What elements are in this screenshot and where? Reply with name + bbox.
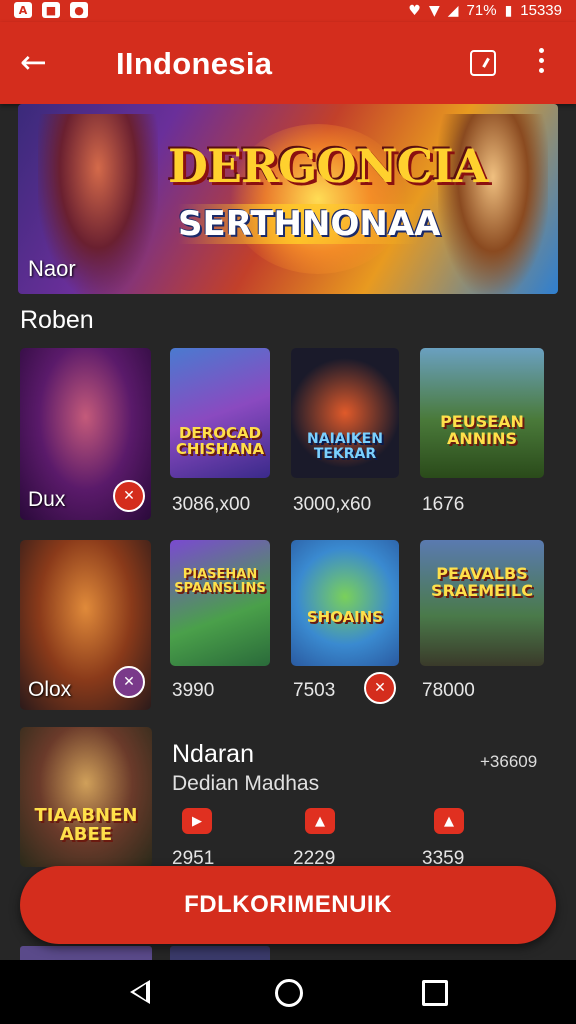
list-item-image: [20, 727, 152, 867]
game-card-image: [420, 540, 544, 666]
play-icon[interactable]: ▲: [305, 808, 335, 834]
game-card[interactable]: NAIAIKEN TEKRAR: [291, 348, 399, 478]
more-options-icon[interactable]: [534, 48, 548, 78]
game-card[interactable]: Olox ✕: [20, 540, 151, 710]
badge-icon: ✕: [364, 672, 396, 704]
list-item-count: +36609: [480, 752, 538, 771]
game-card[interactable]: PEAVALBS SRAEMEILC: [420, 540, 544, 666]
game-value: 1676: [422, 494, 465, 515]
camera-notification-icon: ●: [70, 2, 88, 18]
section-title: Roben: [20, 306, 94, 334]
badge-icon: ✕: [113, 666, 145, 698]
game-value: 3990: [172, 680, 215, 701]
battery-icon: ▮: [504, 2, 513, 19]
play-icon[interactable]: ▶: [182, 808, 212, 834]
game-value: 7503: [293, 680, 336, 701]
location-icon: ♥: [408, 2, 421, 19]
list-item-thumbnail[interactable]: TIAABNEN ABEE: [20, 727, 152, 867]
game-card-image: [291, 540, 399, 666]
photo-notification-icon: ■: [42, 2, 60, 18]
back-arrow-icon[interactable]: ←: [20, 44, 56, 80]
banner-logo-line2: SERTHNONAA: [178, 204, 441, 244]
status-bar: A ■ ● ♥ ▼ ◢ 71% ▮ 15339: [0, 0, 576, 22]
game-card-image: [170, 348, 270, 478]
banner-label: Naor: [28, 256, 76, 281]
edit-icon[interactable]: [470, 50, 496, 76]
game-value: 3000,x60: [293, 494, 372, 515]
game-card-title: PEUSEAN ANNINS: [440, 412, 524, 448]
next-row-thumbnail: [20, 946, 152, 960]
game-card[interactable]: PEUSEAN ANNINS: [420, 348, 544, 478]
game-card[interactable]: DEROCAD CHISHANA: [170, 348, 270, 478]
signal-icon: ◢: [447, 2, 459, 19]
wifi-icon: ▼: [428, 2, 440, 19]
nav-recents-icon[interactable]: [422, 980, 448, 1006]
game-card[interactable]: Dux ✕: [20, 348, 151, 520]
page-title: IIndonesia: [116, 46, 273, 81]
battery-text: 71%: [466, 2, 497, 19]
featured-banner[interactable]: DERGONCIA SERTHNONAA Naor: [18, 104, 558, 294]
primary-action-button[interactable]: FDLKORIMENUIK: [20, 866, 556, 944]
app-bar: ← IIndonesia: [0, 22, 576, 104]
clock-text: 15339: [520, 2, 562, 19]
list-item-title: Ndaran: [172, 740, 254, 768]
system-navigation-bar: [0, 960, 576, 1024]
game-value: 78000: [422, 680, 475, 701]
game-card-title: NAIAIKEN TEKRAR: [307, 431, 383, 462]
game-card[interactable]: SHOAINS: [291, 540, 399, 666]
app-notification-icon: A: [14, 2, 32, 18]
nav-home-icon[interactable]: [275, 979, 303, 1007]
game-card-image: [170, 540, 270, 666]
list-item-subtitle: Dedian Madhas: [172, 772, 320, 795]
nav-back-icon[interactable]: [130, 980, 150, 1004]
badge-icon: ✕: [113, 480, 145, 512]
game-card[interactable]: PIASEHAN SPAANSLINS: [170, 540, 270, 666]
game-card-title: DEROCAD CHISHANA: [175, 424, 265, 458]
banner-logo-line1: DERGONCIA: [168, 139, 488, 193]
game-card-title: PIASEHAN SPAANSLINS: [174, 567, 266, 596]
game-card-title: SHOAINS: [306, 608, 384, 626]
game-card-label: Olox: [28, 678, 72, 701]
list-item-art-text: TIAABNEN ABEE: [34, 805, 138, 845]
game-value: 3086,x00: [172, 494, 251, 515]
game-card-title: PEAVALBS SRAEMEILC: [431, 564, 533, 600]
play-icon[interactable]: ▲: [434, 808, 464, 834]
next-row-thumbnail: [170, 946, 270, 960]
game-card-label: Dux: [28, 488, 66, 511]
